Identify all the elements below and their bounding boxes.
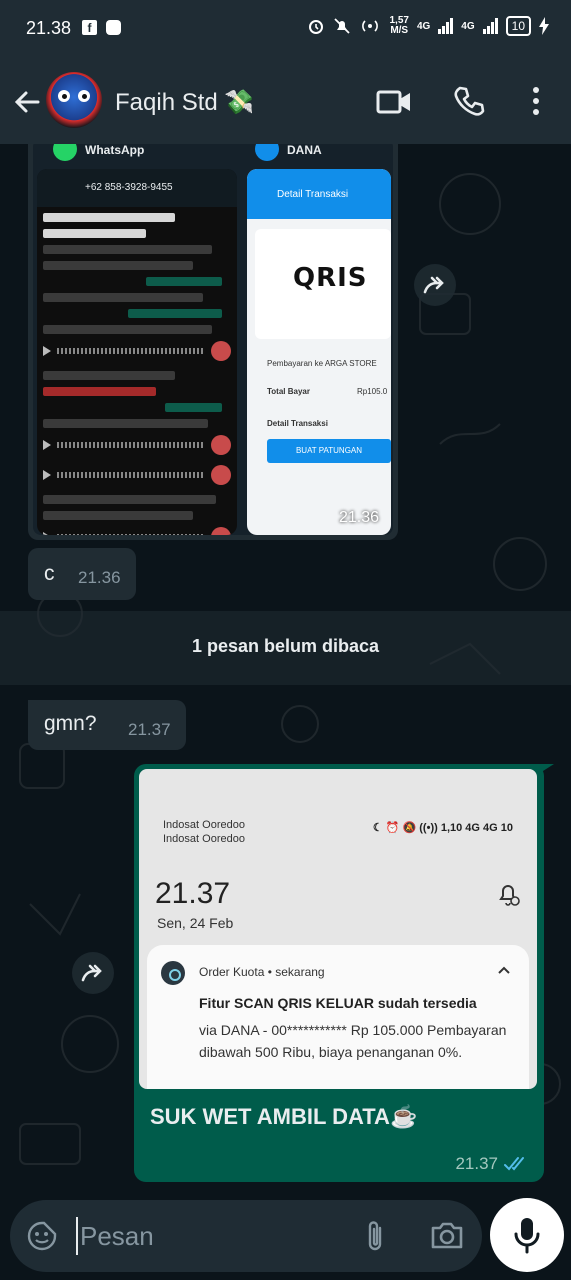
screenshot-number: +62 858-3928-9455 xyxy=(85,182,173,193)
speed-unit: M/S xyxy=(390,25,409,36)
message-time: 21.36 xyxy=(338,509,379,526)
signal-1-icon xyxy=(438,18,454,34)
signal-2-icon xyxy=(482,18,498,34)
whatsapp-label: WhatsApp xyxy=(85,144,145,157)
chat-area[interactable]: WhatsApp DANA +62 858-3928-9455 Detail T… xyxy=(0,144,571,1194)
message-image[interactable]: WhatsApp DANA +62 858-3928-9455 Detail T… xyxy=(33,144,393,535)
whatsapp-logo-icon xyxy=(53,144,77,161)
dana-total-label: Total Bayar xyxy=(267,387,310,396)
more-vert-icon[interactable] xyxy=(524,84,548,118)
forward-icon xyxy=(81,964,102,982)
text-caret xyxy=(76,1217,78,1255)
contact-name[interactable]: Faqih Std 💸 xyxy=(115,88,254,117)
network-type-1: 4G xyxy=(416,20,431,32)
message-image[interactable]: Indosat Ooredoo Indosat Ooredoo ☾ ⏰ 🔕 ((… xyxy=(139,769,537,1089)
dana-merchant: Pembayaran ke ARGA STORE xyxy=(267,359,377,368)
facebook-icon: f xyxy=(82,20,97,35)
notification-card: Order Kuota • sekarang Fitur SCAN QRIS K… xyxy=(147,945,529,1089)
network-type-2: 4G xyxy=(461,20,475,32)
mic-icon xyxy=(514,1218,540,1254)
forward-button[interactable] xyxy=(72,952,114,994)
back-arrow-icon[interactable] xyxy=(10,86,42,118)
text-message[interactable]: c 21.36 xyxy=(28,548,136,600)
dana-logo-icon xyxy=(255,144,279,161)
message-input-bar xyxy=(10,1200,482,1272)
status-bar: 21.38 f 1,57 M/S 4G 4G 10 xyxy=(0,0,571,58)
message-input[interactable] xyxy=(80,1214,340,1258)
hotspot-icon xyxy=(362,20,379,32)
app-notification-icon xyxy=(106,20,121,35)
message-time: 21.37 xyxy=(455,1154,498,1173)
unread-banner: 1 pesan belum dibaca xyxy=(0,611,571,685)
qris-card: QRIS xyxy=(255,229,391,339)
notification-app: Order Kuota • sekarang xyxy=(199,965,325,979)
lockscreen-date: Sen, 24 Feb xyxy=(157,915,234,931)
double-check-icon xyxy=(504,1157,524,1171)
forward-button[interactable] xyxy=(414,264,456,306)
dana-screenshot: Detail Transaksi QRIS Pembayaran ke ARGA… xyxy=(247,169,391,535)
dana-topbar: Detail Transaksi xyxy=(247,169,391,219)
carrier-1: Indosat Ooredoo xyxy=(163,819,245,831)
sticker-icon[interactable] xyxy=(26,1220,58,1252)
chevron-up-icon xyxy=(498,966,510,974)
forward-icon xyxy=(423,276,444,294)
qris-logo: QRIS xyxy=(293,263,368,293)
avatar[interactable] xyxy=(46,72,102,128)
text-message[interactable]: gmn? 21.37 xyxy=(28,700,186,750)
dana-detail-label: Detail Transaksi xyxy=(267,419,328,428)
bell-settings-icon xyxy=(499,885,520,906)
dana-label: DANA xyxy=(287,144,322,157)
lockscreen-time: 21.37 xyxy=(155,877,231,910)
message-text: gmn? xyxy=(44,712,97,735)
phone-icon[interactable] xyxy=(452,84,486,118)
chat-header: Faqih Std 💸 xyxy=(0,58,571,144)
carrier-2: Indosat Ooredoo xyxy=(163,833,245,845)
dana-patungan-button: BUAT PATUNGAN xyxy=(267,439,391,463)
order-kuota-icon xyxy=(161,961,185,985)
battery-icon: 10 xyxy=(505,16,531,36)
message-text: c xyxy=(44,562,55,585)
charging-icon xyxy=(539,17,549,35)
image-message[interactable]: WhatsApp DANA +62 858-3928-9455 Detail T… xyxy=(28,144,398,540)
notification-body: via DANA - 00*********** Rp 105.000 Pemb… xyxy=(199,1022,507,1060)
mute-icon xyxy=(334,18,351,34)
mic-button[interactable] xyxy=(490,1198,564,1272)
alarm-icon xyxy=(309,20,324,34)
screenshot-topbar: +62 858-3928-9455 xyxy=(37,169,237,207)
status-icons: 1,57 M/S 4G 4G 10 xyxy=(307,16,549,36)
message-time: 21.37 xyxy=(128,720,171,739)
unread-text: 1 pesan belum dibaca xyxy=(191,636,380,656)
notification-title: Fitur SCAN QRIS KELUAR sudah tersedia xyxy=(199,995,477,1011)
screenshot-content xyxy=(43,213,231,535)
message-caption: SUK WET AMBIL DATA☕ xyxy=(150,1104,418,1129)
message-time: 21.36 xyxy=(78,568,121,587)
outgoing-image-message[interactable]: Indosat Ooredoo Indosat Ooredoo ☾ ⏰ 🔕 ((… xyxy=(134,764,544,1182)
dana-total-value: Rp105.0 xyxy=(357,387,388,396)
status-time: 21.38 xyxy=(26,18,72,38)
whatsapp-screenshot: +62 858-3928-9455 xyxy=(37,169,237,535)
dana-title: Detail Transaksi xyxy=(277,189,349,200)
camera-icon[interactable] xyxy=(430,1220,464,1250)
network-speed: 1,57 M/S xyxy=(389,16,408,36)
lockscreen-status-icons: ☾ ⏰ 🔕 ((•)) 1,10 4G 4G 10 xyxy=(372,822,513,834)
video-call-icon[interactable] xyxy=(376,88,412,116)
attach-icon[interactable] xyxy=(362,1218,388,1254)
